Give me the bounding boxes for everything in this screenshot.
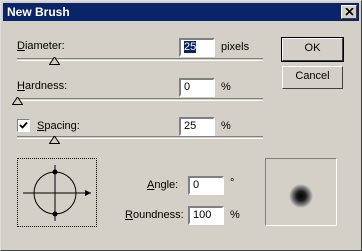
spacing-field[interactable]: 25 [179, 117, 215, 136]
dialog-title: New Brush [7, 5, 70, 19]
roundness-label: Roundness: [125, 209, 184, 221]
new-brush-dialog: New Brush Diameter: 25 pixels Hardness: … [0, 0, 362, 251]
spacing-value: 25 [184, 120, 197, 132]
diameter-unit: pixels [221, 41, 250, 53]
angle-field[interactable]: 0 [188, 176, 224, 195]
roundness-value: 100 [193, 209, 212, 221]
diameter-value: 25 [184, 41, 197, 53]
diameter-slider-thumb[interactable] [48, 57, 60, 65]
hardness-value: 0 [184, 81, 191, 93]
angle-roundness-diagram [23, 165, 91, 221]
hardness-label: Hardness: [17, 80, 68, 92]
brush-tip-preview [289, 184, 313, 208]
spacing-unit: % [221, 120, 231, 132]
angle-value: 0 [193, 179, 200, 191]
ok-button[interactable]: OK [281, 37, 344, 62]
roundness-handle-top[interactable] [52, 169, 58, 175]
roundness-unit: % [230, 209, 240, 221]
brush-shape-editor[interactable] [17, 158, 97, 227]
spacing-label: Spacing: [37, 120, 80, 132]
hardness-unit: % [221, 81, 231, 93]
title-bar: New Brush [3, 3, 359, 21]
spacing-slider-thumb[interactable] [48, 136, 60, 144]
angle-label: Angle: [147, 179, 179, 191]
diameter-field[interactable]: 25 [179, 38, 215, 57]
cancel-button[interactable]: Cancel [282, 66, 343, 89]
diameter-label: Diameter: [17, 40, 65, 52]
angle-unit: ° [230, 177, 235, 189]
close-button[interactable] [341, 5, 357, 19]
roundness-handle-bottom[interactable] [52, 211, 58, 217]
close-icon [345, 8, 354, 16]
hardness-slider-thumb[interactable] [12, 97, 23, 105]
hardness-field[interactable]: 0 [179, 78, 215, 97]
roundness-field[interactable]: 100 [188, 206, 224, 225]
brush-preview [265, 158, 337, 226]
checkmark-icon [19, 121, 28, 129]
spacing-checkbox[interactable] [17, 119, 30, 132]
hardness-slider-track[interactable] [17, 98, 263, 101]
